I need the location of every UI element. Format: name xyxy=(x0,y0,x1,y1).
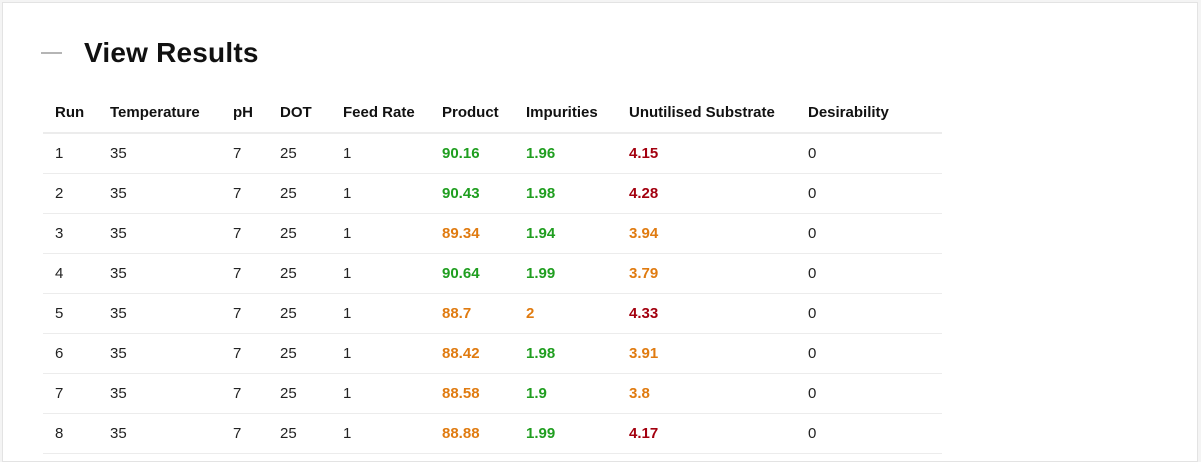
cell-dot: 25 xyxy=(268,413,331,454)
cell-unutilised-substrate: 4.33 xyxy=(617,293,796,334)
results-panel: View Results Run Temperature pH DOT Feed… xyxy=(2,2,1198,462)
cell-unutilised-substrate: 3.91 xyxy=(617,333,796,374)
cell-run: 3 xyxy=(43,213,98,254)
cell-impurities: 1.98 xyxy=(514,333,617,374)
column-header-ph: pH xyxy=(221,92,268,134)
table-row: 2 35 7 25 1 90.43 1.98 4.28 0 xyxy=(43,173,942,214)
minus-icon xyxy=(41,52,62,54)
cell-product: 90.64 xyxy=(430,253,514,294)
cell-unutilised-substrate: 3.94 xyxy=(617,213,796,254)
cell-feed-rate: 1 xyxy=(331,373,430,414)
table-row: 1 35 7 25 1 90.16 1.96 4.15 0 xyxy=(43,133,942,174)
cell-ph: 7 xyxy=(221,213,268,254)
column-header-dot: DOT xyxy=(268,92,331,134)
cell-unutilised-substrate: 4.28 xyxy=(617,173,796,214)
cell-desirability: 0 xyxy=(796,293,942,334)
column-header-unutilised-substrate: Unutilised Substrate xyxy=(617,92,796,134)
cell-dot: 25 xyxy=(268,133,331,174)
cell-ph: 7 xyxy=(221,333,268,374)
cell-ph: 7 xyxy=(221,293,268,334)
cell-desirability: 0 xyxy=(796,373,942,414)
cell-temperature: 35 xyxy=(98,173,221,214)
column-header-impurities: Impurities xyxy=(514,92,617,134)
cell-ph: 7 xyxy=(221,253,268,294)
cell-feed-rate: 1 xyxy=(331,173,430,214)
results-table-body: 1 35 7 25 1 90.16 1.96 4.15 0 2 35 7 25 1 90.43 1.98 4.2… xyxy=(43,133,942,454)
table-row: 8 35 7 25 1 88.88 1.99 4.17 0 xyxy=(43,413,942,454)
cell-run: 7 xyxy=(43,373,98,414)
cell-unutilised-substrate: 3.8 xyxy=(617,373,796,414)
cell-ph: 7 xyxy=(221,373,268,414)
cell-dot: 25 xyxy=(268,253,331,294)
cell-product: 88.7 xyxy=(430,293,514,334)
cell-run: 6 xyxy=(43,333,98,374)
cell-impurities: 1.99 xyxy=(514,253,617,294)
cell-impurities: 2 xyxy=(514,293,617,334)
cell-dot: 25 xyxy=(268,373,331,414)
cell-run: 2 xyxy=(43,173,98,214)
cell-product: 89.34 xyxy=(430,213,514,254)
cell-desirability: 0 xyxy=(796,173,942,214)
table-row: 5 35 7 25 1 88.7 2 4.33 0 xyxy=(43,293,942,334)
table-row: 7 35 7 25 1 88.58 1.9 3.8 0 xyxy=(43,373,942,414)
table-row: 3 35 7 25 1 89.34 1.94 3.94 0 xyxy=(43,213,942,254)
cell-ph: 7 xyxy=(221,413,268,454)
column-header-temperature: Temperature xyxy=(98,92,221,134)
table-row: 6 35 7 25 1 88.42 1.98 3.91 0 xyxy=(43,333,942,374)
column-header-desirability: Desirability xyxy=(796,92,942,134)
cell-desirability: 0 xyxy=(796,133,942,174)
cell-feed-rate: 1 xyxy=(331,293,430,334)
cell-impurities: 1.9 xyxy=(514,373,617,414)
cell-run: 5 xyxy=(43,293,98,334)
cell-temperature: 35 xyxy=(98,213,221,254)
cell-feed-rate: 1 xyxy=(331,333,430,374)
header-row: Run Temperature pH DOT Feed Rate Product… xyxy=(43,92,942,134)
cell-desirability: 0 xyxy=(796,413,942,454)
cell-temperature: 35 xyxy=(98,333,221,374)
section-header: View Results xyxy=(41,31,259,75)
cell-temperature: 35 xyxy=(98,293,221,334)
cell-unutilised-substrate: 4.17 xyxy=(617,413,796,454)
cell-dot: 25 xyxy=(268,213,331,254)
cell-temperature: 35 xyxy=(98,133,221,174)
section-title: View Results xyxy=(84,37,259,68)
cell-desirability: 0 xyxy=(796,253,942,294)
cell-feed-rate: 1 xyxy=(331,413,430,454)
cell-temperature: 35 xyxy=(98,253,221,294)
cell-desirability: 0 xyxy=(796,333,942,374)
cell-temperature: 35 xyxy=(98,373,221,414)
cell-run: 1 xyxy=(43,133,98,174)
cell-product: 88.42 xyxy=(430,333,514,374)
cell-dot: 25 xyxy=(268,173,331,214)
cell-desirability: 0 xyxy=(796,213,942,254)
table-row: 4 35 7 25 1 90.64 1.99 3.79 0 xyxy=(43,253,942,294)
results-table-header: Run Temperature pH DOT Feed Rate Product… xyxy=(43,92,942,134)
cell-feed-rate: 1 xyxy=(331,213,430,254)
cell-product: 88.88 xyxy=(430,413,514,454)
cell-feed-rate: 1 xyxy=(331,133,430,174)
results-table: Run Temperature pH DOT Feed Rate Product… xyxy=(43,92,942,454)
cell-product: 90.16 xyxy=(430,133,514,174)
cell-run: 8 xyxy=(43,413,98,454)
cell-ph: 7 xyxy=(221,133,268,174)
collapse-toggle-icon[interactable] xyxy=(41,42,63,64)
cell-dot: 25 xyxy=(268,333,331,374)
column-header-run: Run xyxy=(43,92,98,134)
cell-impurities: 1.98 xyxy=(514,173,617,214)
cell-temperature: 35 xyxy=(98,413,221,454)
column-header-product: Product xyxy=(430,92,514,134)
cell-impurities: 1.99 xyxy=(514,413,617,454)
cell-product: 88.58 xyxy=(430,373,514,414)
cell-unutilised-substrate: 3.79 xyxy=(617,253,796,294)
cell-run: 4 xyxy=(43,253,98,294)
column-header-feed-rate: Feed Rate xyxy=(331,92,430,134)
cell-impurities: 1.94 xyxy=(514,213,617,254)
cell-product: 90.43 xyxy=(430,173,514,214)
cell-ph: 7 xyxy=(221,173,268,214)
cell-unutilised-substrate: 4.15 xyxy=(617,133,796,174)
cell-impurities: 1.96 xyxy=(514,133,617,174)
cell-feed-rate: 1 xyxy=(331,253,430,294)
cell-dot: 25 xyxy=(268,293,331,334)
